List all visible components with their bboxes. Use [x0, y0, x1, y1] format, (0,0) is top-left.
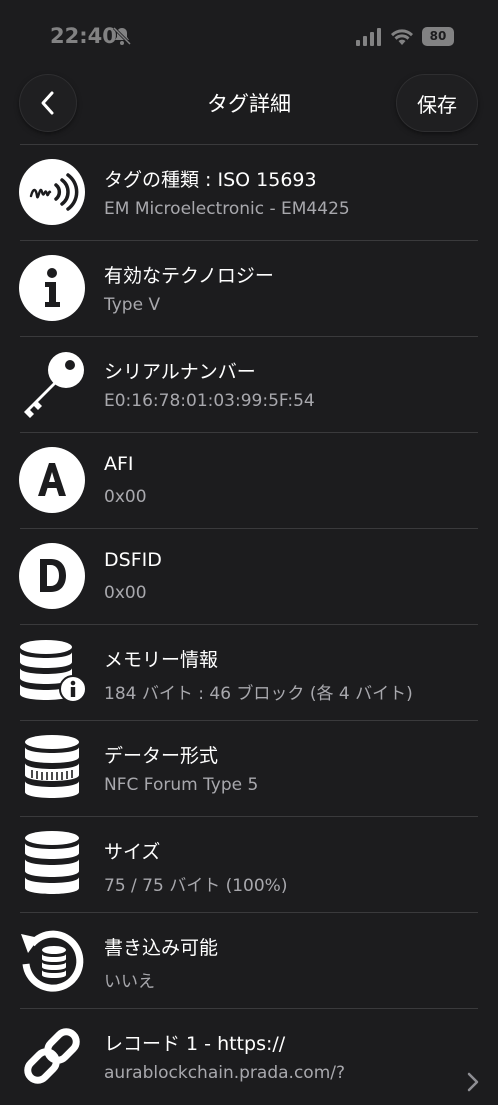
nav-bar: タグ詳細 保存	[0, 70, 498, 142]
row-title: データー形式	[104, 745, 219, 767]
row-title: 書き込み可能	[104, 937, 219, 959]
nfc-signal-icon	[19, 159, 85, 225]
letter-a-icon	[19, 447, 85, 513]
battery-indicator: 80	[422, 27, 454, 46]
tag-detail-list: タグの種類 : ISO 15693 EM Microelectronic - E…	[0, 145, 498, 1105]
row-value: いいえ	[104, 972, 155, 992]
list-item-record-1[interactable]: レコード 1 - https:// aurablockchain.prada.c…	[0, 1009, 498, 1105]
row-value: aurablockchain.prada.com/?	[104, 1063, 346, 1083]
bell-mute-icon	[112, 26, 132, 46]
wifi-icon	[391, 29, 413, 45]
list-item-tag-type: タグの種類 : ISO 15693 EM Microelectronic - E…	[0, 145, 498, 241]
status-bar: 22:40 80	[0, 0, 498, 70]
row-title: AFI	[104, 453, 134, 475]
database-info-icon	[20, 640, 86, 703]
save-button[interactable]: 保存	[397, 75, 477, 131]
row-title: メモリー情報	[104, 649, 219, 671]
row-title: シリアルナンバー	[104, 361, 256, 383]
chevron-left-icon	[41, 91, 54, 115]
row-value: 75 / 75 バイト (100%)	[104, 876, 288, 896]
database-icon	[25, 831, 79, 894]
list-item-dsfid: DSFID 0x00	[0, 529, 498, 625]
list-item-serial-number: シリアルナンバー E0:16:78:01:03:99:5F:54	[0, 337, 498, 433]
database-format-icon	[25, 735, 79, 798]
row-title: DSFID	[104, 549, 162, 571]
list-item-memory-info: メモリー情報 184 バイト : 46 ブロック (各 4 バイト)	[0, 625, 498, 721]
key-icon	[24, 352, 84, 418]
row-value: Type V	[104, 295, 161, 315]
writable-refresh-icon	[21, 930, 84, 992]
row-value: 0x00	[104, 487, 147, 507]
row-value: EM Microelectronic - EM4425	[104, 199, 350, 219]
back-button[interactable]	[20, 75, 76, 131]
letter-d-icon	[19, 543, 85, 609]
row-value: 0x00	[104, 583, 147, 603]
list-item-size: サイズ 75 / 75 バイト (100%)	[0, 817, 498, 913]
row-title: タグの種類 : ISO 15693	[104, 169, 317, 191]
cellular-signal-icon	[356, 28, 381, 46]
row-title: サイズ	[104, 841, 161, 863]
list-item-data-format: データー形式 NFC Forum Type 5	[0, 721, 498, 817]
row-value: E0:16:78:01:03:99:5F:54	[104, 391, 315, 411]
list-item-writable: 書き込み可能 いいえ	[0, 913, 498, 1009]
row-title: 有効なテクノロジー	[104, 265, 274, 287]
info-icon	[19, 255, 85, 321]
status-time: 22:40	[50, 24, 117, 48]
chevron-right-icon	[467, 1072, 479, 1092]
row-value: 184 バイト : 46 ブロック (各 4 バイト)	[104, 684, 413, 704]
page-title: タグ詳細	[207, 92, 291, 116]
row-value: NFC Forum Type 5	[104, 775, 259, 795]
list-item-afi: AFI 0x00	[0, 433, 498, 529]
list-item-technologies: 有効なテクノロジー Type V	[0, 241, 498, 337]
row-title: レコード 1 - https://	[104, 1033, 286, 1055]
